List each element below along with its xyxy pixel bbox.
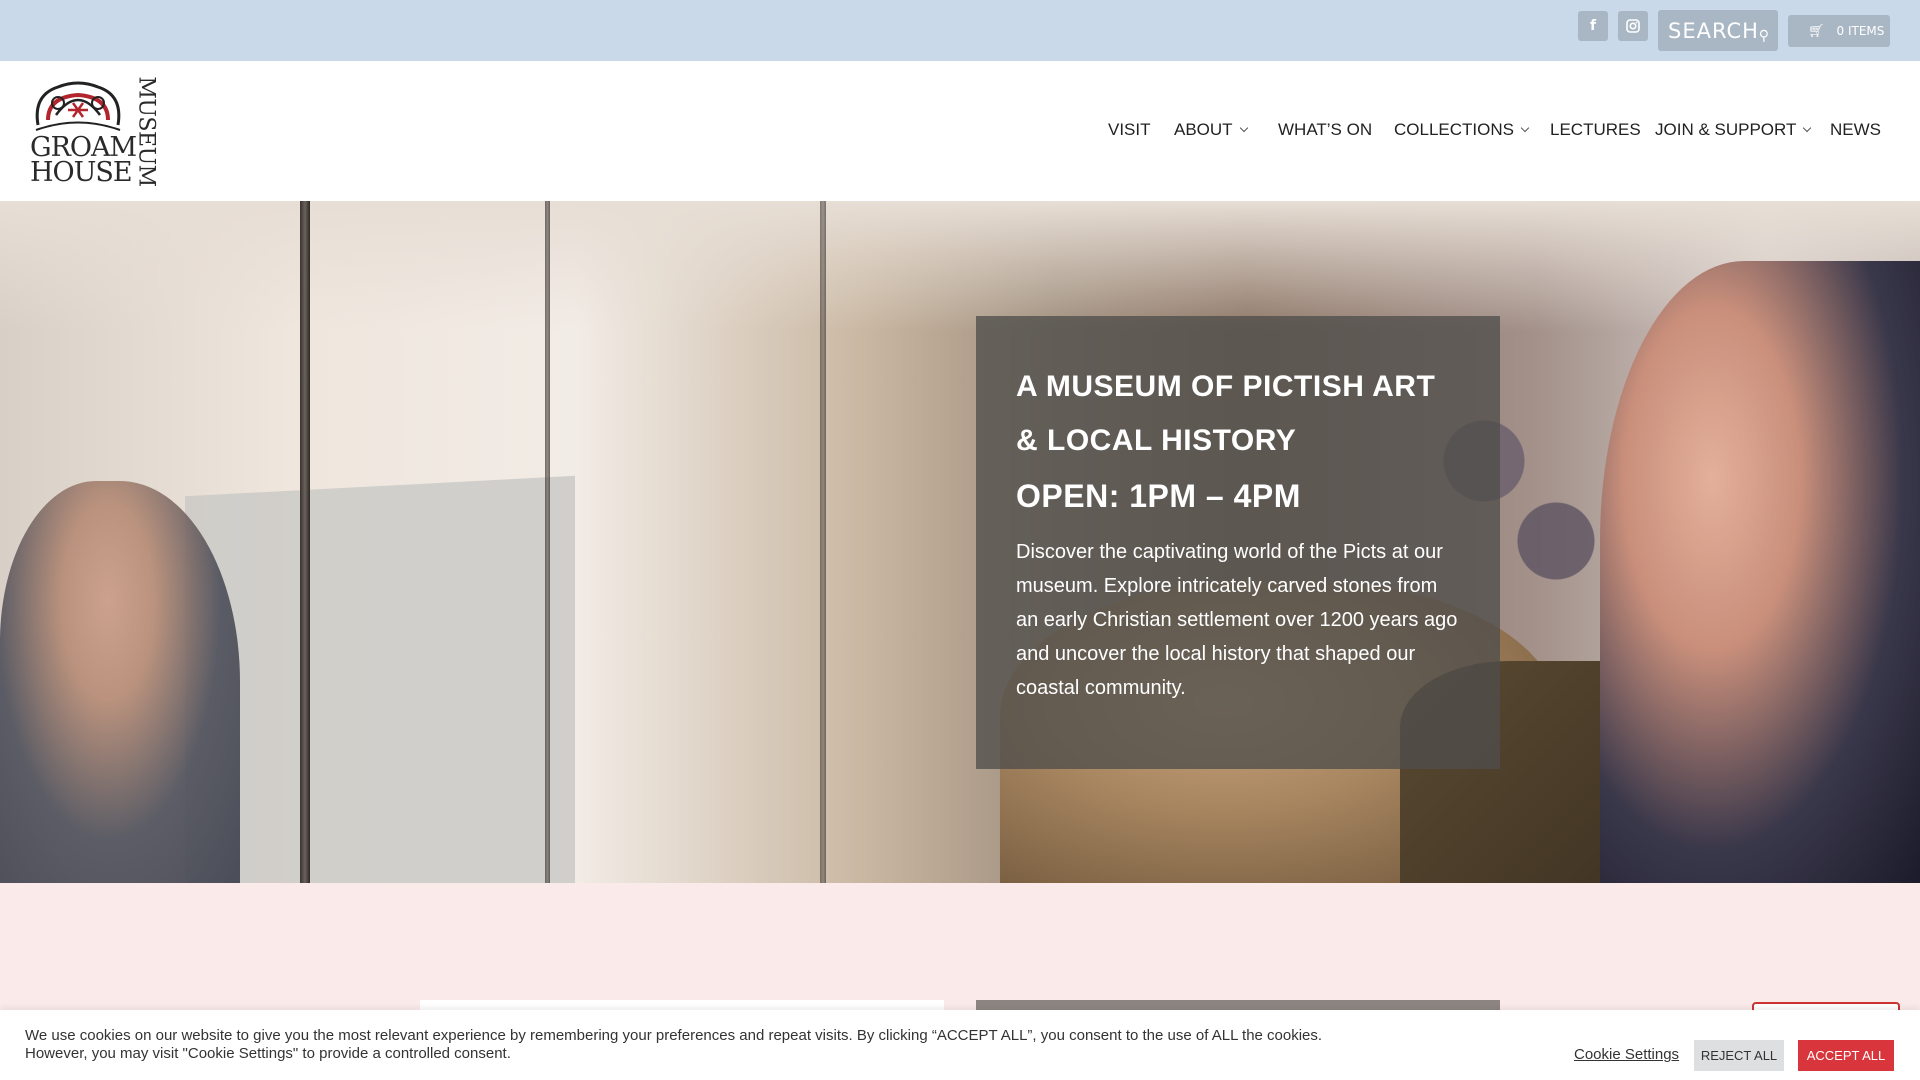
search-placeholder: SEARCH	[1668, 18, 1759, 43]
top-bar: f SEARCH ⚲ 🛒︎ 0 ITEMS	[0, 0, 1920, 61]
hero-photo-case-frame	[545, 201, 550, 883]
reject-all-button[interactable]: REJECT ALL	[1694, 1040, 1784, 1071]
cart-icon: 🛒︎	[1808, 23, 1825, 39]
hero-section: A MUSEUM OF PICTISH ART & LOCAL HISTORY …	[0, 201, 1920, 883]
nav-item-collections[interactable]: COLLECTIONS	[1394, 120, 1530, 140]
nav-item-visit[interactable]: VISIT	[1108, 120, 1151, 140]
search-input[interactable]: SEARCH ⚲	[1658, 10, 1778, 51]
chevron-down-icon	[1520, 123, 1530, 133]
accept-all-button[interactable]: ACCEPT ALL	[1798, 1040, 1894, 1071]
cart-button[interactable]: 🛒︎ 0 ITEMS	[1788, 15, 1890, 47]
opening-hours: OPEN: 1PM – 4PM	[1016, 478, 1301, 514]
nav-label: ABOUT	[1174, 120, 1233, 139]
hero-photo-display-board	[185, 475, 575, 883]
nav-item-lectures[interactable]: LECTURES	[1550, 120, 1641, 140]
nav-item-whats-on[interactable]: WHAT’S ON	[1278, 120, 1372, 140]
chevron-down-icon	[1239, 123, 1248, 133]
hero-info-box: A MUSEUM OF PICTISH ART & LOCAL HISTORY …	[976, 316, 1500, 769]
nav-label: WHAT’S ON	[1278, 120, 1373, 139]
instagram-icon[interactable]	[1618, 11, 1648, 41]
hero-photo-ceiling	[0, 201, 1920, 331]
facebook-icon[interactable]: f	[1578, 11, 1608, 41]
hero-photo-case-frame	[820, 201, 826, 883]
nav-label: LECTURES	[1550, 120, 1641, 139]
nav-item-join-support[interactable]: JOIN & SUPPORT	[1655, 120, 1812, 140]
nav-item-about[interactable]: ABOUT	[1174, 120, 1248, 140]
hero-photo-case-frame	[300, 201, 310, 883]
nav-label: NEWS	[1830, 120, 1881, 139]
cart-count: 0 ITEMS	[1836, 24, 1885, 38]
nav-label: VISIT	[1108, 120, 1151, 139]
nav-label: COLLECTIONS	[1394, 120, 1514, 139]
hero-photo-visitor	[0, 481, 240, 883]
nav-item-news[interactable]: NEWS	[1830, 120, 1881, 140]
search-icon[interactable]: ⚲	[1759, 28, 1770, 44]
cookie-settings-link[interactable]: Cookie Settings	[1574, 1046, 1679, 1063]
hero-photo-visitor	[1600, 261, 1920, 883]
hero-description: Discover the captivating world of the Pi…	[1016, 541, 1458, 699]
cookie-banner: We use cookies on our website to give yo…	[0, 1010, 1920, 1080]
nav-label: JOIN & SUPPORT	[1655, 120, 1797, 139]
logo-line-2: HOUSE	[30, 157, 133, 188]
hero-title: A MUSEUM OF PICTISH ART & LOCAL HISTORY	[1016, 370, 1436, 457]
chevron-down-icon	[1803, 123, 1812, 133]
main-nav: VISIT ABOUT WHAT’S ON COLLECTIONS LECTUR…	[0, 120, 1920, 144]
cookie-message: We use cookies on our website to give yo…	[25, 1027, 1323, 1062]
